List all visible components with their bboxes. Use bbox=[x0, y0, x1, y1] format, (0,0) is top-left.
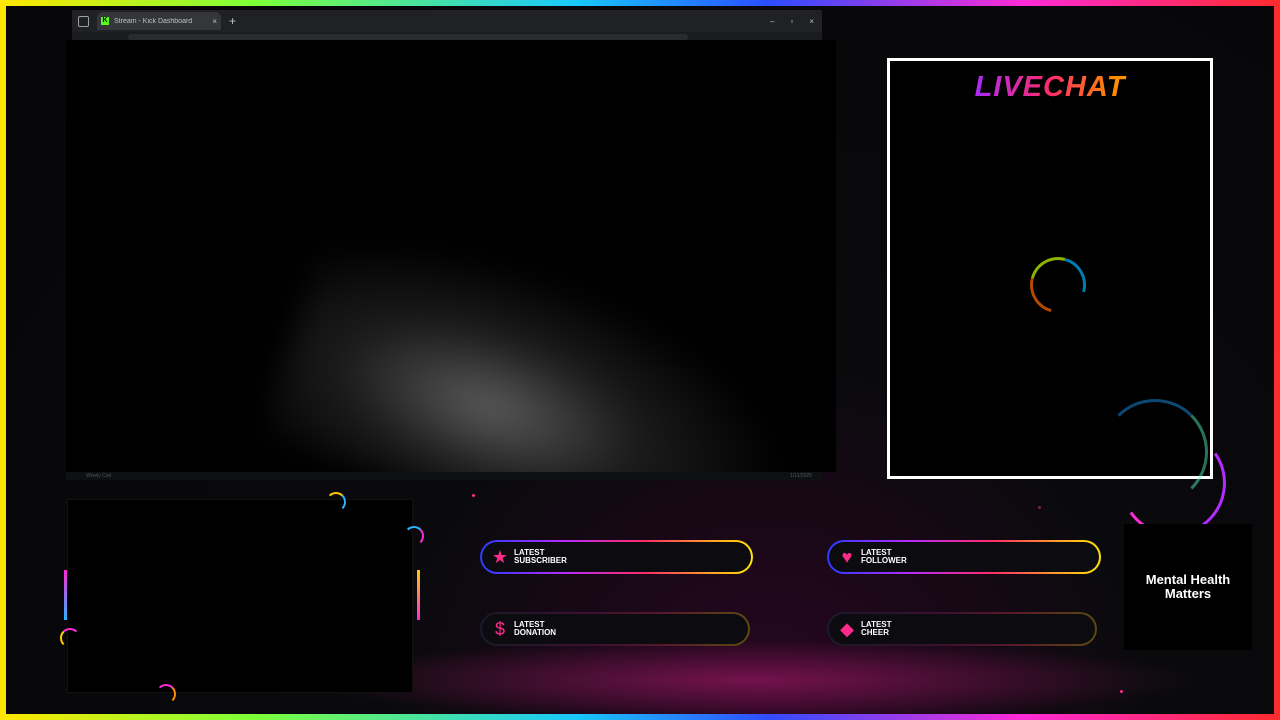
pill-label-line2: SUBSCRIBER bbox=[514, 556, 567, 565]
pill-label: LATEST DONATION bbox=[514, 621, 556, 637]
latest-donation-pill: $ LATEST DONATION bbox=[480, 612, 750, 646]
livechat-panel: LIVECHAT bbox=[887, 58, 1213, 505]
close-window-icon[interactable]: × bbox=[809, 17, 814, 26]
window-controls: – ▫ × bbox=[770, 17, 814, 26]
livechat-title: LIVECHAT bbox=[890, 71, 1210, 104]
heart-icon: ♥ bbox=[841, 547, 853, 567]
tab-actions-icon[interactable] bbox=[78, 15, 89, 27]
browser-tabbar: K Stream - Kick Dashboard × + – ▫ × bbox=[72, 10, 822, 32]
decorative-ring-icon bbox=[60, 628, 80, 648]
pill-label-line2: DONATION bbox=[514, 628, 557, 637]
cam-accent-left bbox=[64, 570, 67, 620]
bottom-glow bbox=[300, 640, 1200, 720]
sparkle-dot bbox=[472, 494, 475, 497]
pill-label-line2: FOLLOWER bbox=[861, 556, 907, 565]
cam-accent-right bbox=[417, 570, 420, 620]
tab-title: Stream - Kick Dashboard bbox=[114, 17, 193, 25]
pill-label: LATEST SUBSCRIBER bbox=[514, 549, 567, 565]
sparkle-dot bbox=[1120, 690, 1123, 693]
decorative-ring-icon bbox=[326, 492, 346, 512]
tab-close-icon[interactable]: × bbox=[212, 17, 217, 26]
pill-label: LATEST CHEER bbox=[861, 621, 892, 637]
taskbar-label: Wisely Corl bbox=[86, 473, 112, 479]
browser-tab[interactable]: K Stream - Kick Dashboard × bbox=[97, 12, 221, 30]
kick-favicon-icon: K bbox=[101, 17, 109, 25]
dollar-icon: $ bbox=[494, 619, 505, 639]
latest-subscriber-pill: ★ LATEST SUBSCRIBER bbox=[480, 540, 753, 574]
pill-label-line2: CHEER bbox=[861, 628, 890, 637]
browser-capture: K Stream - Kick Dashboard × + – ▫ × Wise… bbox=[66, 10, 836, 480]
latest-follower-pill: ♥ LATEST FOLLOWER bbox=[827, 540, 1101, 574]
mental-health-panel: Mental Health Matters bbox=[1124, 524, 1252, 650]
restore-icon[interactable]: ▫ bbox=[790, 17, 793, 26]
blurred-content bbox=[261, 205, 831, 472]
taskbar: Wisely Corl 1/11/2025 bbox=[66, 472, 822, 480]
decorative-ring-icon bbox=[1019, 246, 1097, 324]
minimize-icon[interactable]: – bbox=[770, 17, 774, 26]
pill-label: LATEST FOLLOWER bbox=[861, 549, 907, 565]
decorative-ring-icon bbox=[156, 684, 176, 704]
browser-viewport bbox=[66, 40, 836, 472]
latest-cheer-pill: ◆ LATEST CHEER bbox=[827, 612, 1097, 646]
webcam-frame bbox=[60, 492, 424, 704]
new-tab-button[interactable]: + bbox=[229, 14, 236, 28]
mental-health-text: Mental Health Matters bbox=[1145, 572, 1231, 601]
sparkle-dot bbox=[1038, 506, 1041, 509]
decorative-ring-icon bbox=[404, 526, 424, 546]
diamond-icon: ◆ bbox=[840, 619, 854, 639]
star-icon: ★ bbox=[491, 547, 509, 567]
taskbar-clock: 1/11/2025 bbox=[790, 473, 812, 479]
